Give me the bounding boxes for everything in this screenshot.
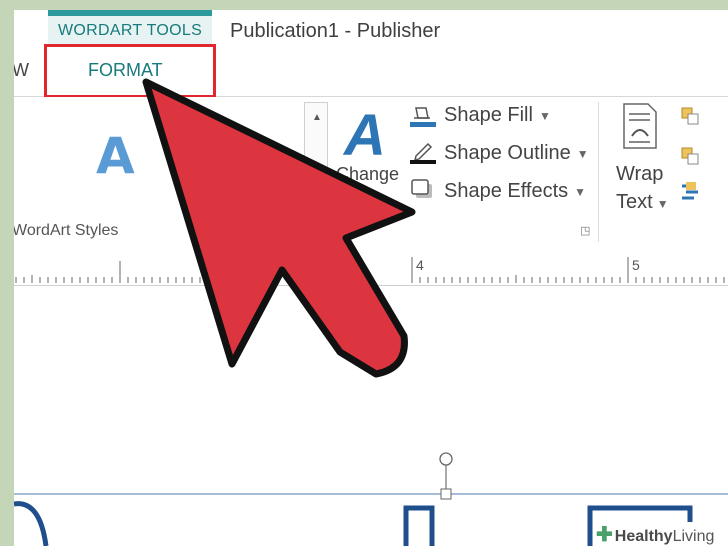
paint-bucket-icon	[410, 107, 436, 127]
ruler-label-4: 4	[416, 257, 424, 273]
chevron-down-icon: ▼	[574, 184, 587, 199]
change-shape-icon[interactable]: A	[344, 102, 386, 169]
publisher-window: WORDART TOOLS Publication1 - Publisher W…	[14, 10, 728, 546]
wordart-style-gallery-item[interactable]: A	[96, 127, 135, 185]
context-tab-label: WORDART TOOLS	[58, 22, 203, 39]
rotation-handle[interactable]	[439, 452, 453, 466]
publication-canvas[interactable]	[14, 286, 728, 546]
gallery-scroll-up-icon[interactable]: ▲	[312, 112, 322, 123]
pencil-icon	[410, 142, 436, 164]
chevron-down-icon: ▼	[576, 146, 589, 161]
wrap-text-label-line1: Wrap	[616, 163, 664, 185]
wrap-text-icon	[623, 103, 657, 149]
healthy-living-watermark: ✚ HealthyLiving	[596, 522, 728, 546]
horizontal-ruler: 4 5	[14, 253, 728, 286]
selected-wordart-shape[interactable]	[14, 286, 728, 546]
shape-effects-label: Shape Effects	[444, 180, 569, 202]
window-title: Publication1 - Publisher	[230, 20, 441, 42]
resize-handle[interactable]	[440, 488, 452, 500]
change-button[interactable]: Change	[336, 164, 399, 185]
chevron-down-icon: ▼	[538, 108, 551, 123]
ruler-label-5: 5	[632, 257, 640, 273]
cross-logo-icon: ✚	[596, 524, 613, 546]
shape-fill-button[interactable]: Shape Fill ▼	[444, 104, 551, 127]
tab-view[interactable]: W	[14, 60, 29, 81]
shape-effects-button[interactable]: Shape Effects ▼	[444, 180, 586, 203]
shape-effects-icon	[411, 179, 432, 198]
shape-outline-button[interactable]: Shape Outline ▼	[444, 142, 589, 165]
shape-outline-label: Shape Outline	[444, 142, 571, 164]
ribbon-separator	[598, 102, 599, 242]
arrange-icons[interactable]	[680, 102, 728, 222]
wordart-styles-group-label: WordArt Styles	[14, 222, 119, 239]
ruler-ticks	[15, 257, 725, 283]
wrap-text-label-line2: Text ▼	[616, 191, 669, 213]
shape-fill-label: Shape Fill	[444, 104, 533, 126]
dialog-launcher-icon[interactable]: ◳	[580, 224, 590, 237]
wrap-text-button[interactable]: Wrap Text ▼	[616, 160, 669, 218]
tab-format[interactable]: FORMAT	[88, 60, 163, 81]
